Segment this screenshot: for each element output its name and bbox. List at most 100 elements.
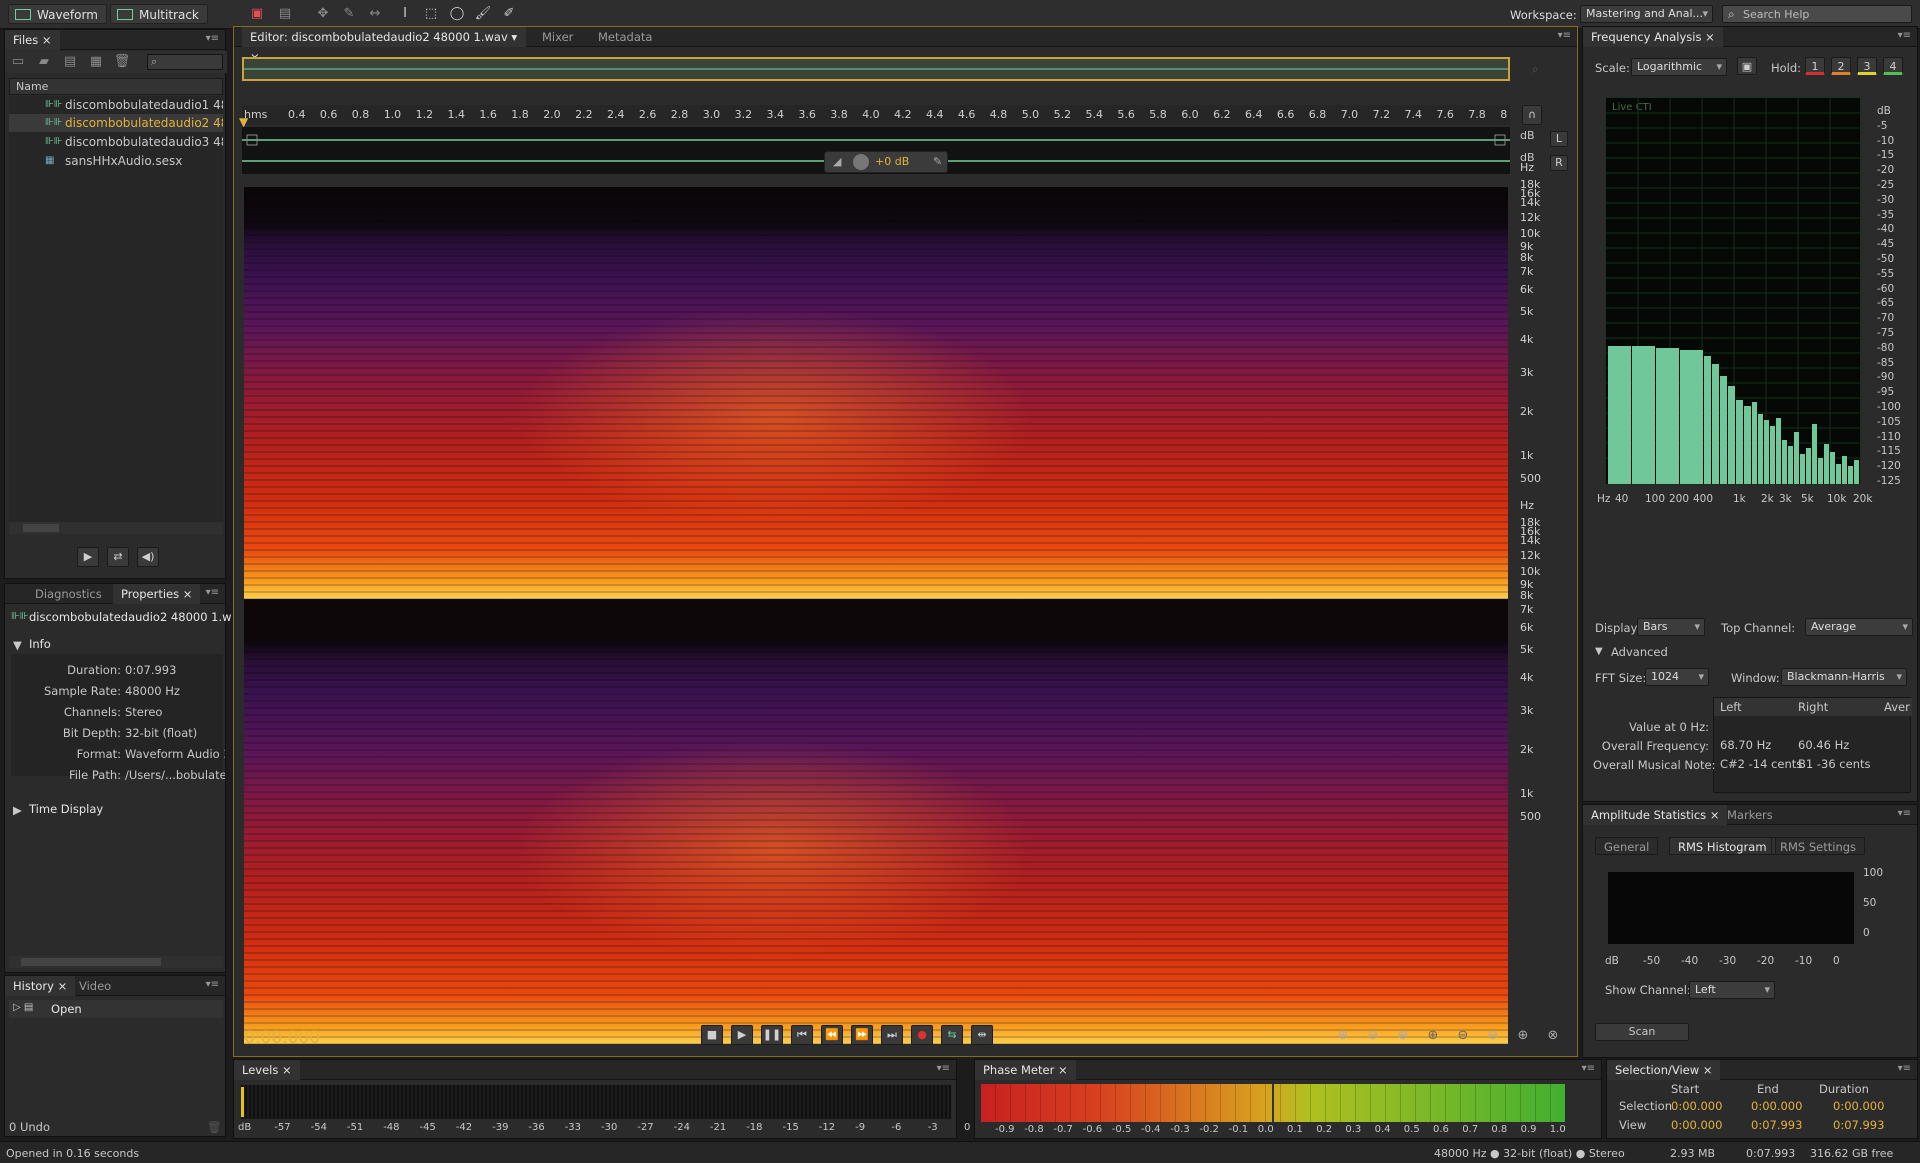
panel-menu-icon[interactable]: ▾≡ xyxy=(1558,30,1571,41)
subtab-rms-histogram[interactable]: RMS Histogram xyxy=(1669,837,1776,855)
spectral-display-icon[interactable]: ▣ xyxy=(248,5,266,23)
zoom-icon[interactable]: ⌕ xyxy=(1532,62,1538,77)
file-item[interactable]: ⊪⊪discombobulatedaudio3 48000 xyxy=(9,133,223,151)
history-item[interactable]: ▷ ▤ Open xyxy=(9,1000,223,1018)
window-select[interactable]: Blackmann-Harris xyxy=(1781,668,1907,686)
tab-metadata[interactable]: Metadata xyxy=(590,27,660,47)
chevron-down-icon[interactable]: ▼ xyxy=(13,638,22,652)
record-button[interactable]: ● xyxy=(911,1025,933,1045)
new-file-icon[interactable]: ▤ xyxy=(61,53,79,71)
multitrack-mode-button[interactable]: Multitrack xyxy=(110,4,208,24)
time-display-header[interactable]: Time Display xyxy=(29,802,103,816)
trash-icon[interactable]: 🗑 xyxy=(113,53,131,71)
view-end-field[interactable]: 0:07.993 xyxy=(1751,1118,1802,1132)
hold-3-button[interactable]: 3 xyxy=(1857,57,1877,75)
info-section-header[interactable]: Info xyxy=(29,637,51,651)
hud-gain-control[interactable]: ◢ +0 dB ✎ xyxy=(824,151,948,173)
tab-frequency-analysis[interactable]: Frequency Analysis × xyxy=(1583,27,1723,47)
subtab-rms-settings[interactable]: RMS Settings xyxy=(1771,837,1866,855)
open-file-icon[interactable]: ▭ xyxy=(9,53,27,71)
scan-button[interactable]: Scan xyxy=(1595,1023,1689,1041)
chevron-right-icon[interactable]: ▶ xyxy=(13,803,22,817)
fft-size-select[interactable]: 1024 xyxy=(1645,668,1709,686)
file-item-selected[interactable]: ⊪⊪discombobulatedaudio2 4800 xyxy=(9,114,223,132)
hold-2-button[interactable]: 2 xyxy=(1831,57,1851,75)
horizontal-scrollbar[interactable] xyxy=(9,956,223,968)
panel-menu-icon[interactable]: ▾≡ xyxy=(1898,808,1911,819)
time-ruler[interactable]: hms 0.4 0.6 0.8 1.0 1.2 1.4 1.6 1.8 2.0 2.2 2.4 2.6… xyxy=(242,105,1510,125)
time-selection-tool-icon[interactable]: I xyxy=(396,5,414,23)
tab-levels[interactable]: Levels × xyxy=(234,1060,300,1080)
tab-mixer[interactable]: Mixer xyxy=(534,27,581,47)
play-button[interactable]: ▶ xyxy=(731,1025,753,1045)
zoom-out-full-icon[interactable]: ⊖ xyxy=(1484,1027,1502,1045)
channel-left-button[interactable]: L xyxy=(1550,131,1568,147)
snapshot-icon[interactable]: ▣ xyxy=(1737,57,1757,75)
stop-button[interactable]: ■ xyxy=(701,1025,723,1045)
zoom-reset-icon[interactable]: ⊗ xyxy=(1544,1027,1562,1045)
skip-to-end-button[interactable]: ⏭ xyxy=(881,1025,903,1045)
hold-1-button[interactable]: 1 xyxy=(1805,57,1825,75)
chevron-down-icon[interactable]: ▼ xyxy=(1595,646,1603,657)
skip-to-start-button[interactable]: ⏮ xyxy=(791,1025,813,1045)
panel-menu-icon[interactable]: ▾≡ xyxy=(1898,1063,1911,1074)
hold-4-button[interactable]: 4 xyxy=(1883,57,1903,75)
tab-properties[interactable]: Properties × xyxy=(113,584,201,604)
zoom-in-point-icon[interactable]: ⊕ xyxy=(1514,1027,1532,1045)
selection-duration-field[interactable]: 0:00.000 xyxy=(1833,1099,1884,1113)
trash-icon[interactable]: 🗑 xyxy=(207,1120,222,1134)
tab-editor[interactable]: Editor: discombobulatedaudio2 48000 1.wa… xyxy=(242,27,526,64)
channel-right-button[interactable]: R xyxy=(1550,155,1568,171)
zoom-selection-icon[interactable]: ⊕ xyxy=(1394,1027,1412,1045)
overview-navigator[interactable] xyxy=(242,57,1510,81)
tab-history[interactable]: History × xyxy=(5,976,76,996)
marquee-tool-icon[interactable]: ⬚ xyxy=(422,5,440,23)
loop-file-button[interactable]: ⇄ xyxy=(107,547,129,567)
brush-tool-icon[interactable]: 🖌 xyxy=(474,5,492,23)
spectrogram-channel-right[interactable] xyxy=(244,639,1508,1044)
zoom-out-amplitude-icon[interactable]: ⊖ xyxy=(1364,1027,1382,1045)
tab-phase-meter[interactable]: Phase Meter × xyxy=(975,1060,1076,1080)
tab-amplitude-statistics[interactable]: Amplitude Statistics × xyxy=(1583,805,1728,825)
panel-menu-icon[interactable]: ▾≡ xyxy=(206,33,219,44)
panel-menu-icon[interactable]: ▾≡ xyxy=(937,1063,950,1074)
slip-tool-icon[interactable]: ↔ xyxy=(366,5,384,23)
lasso-tool-icon[interactable]: ◯ xyxy=(448,5,466,23)
gain-knob[interactable] xyxy=(853,154,869,170)
zoom-out-time-icon[interactable]: ⊖ xyxy=(1454,1027,1472,1045)
loop-button[interactable]: ⇆ xyxy=(941,1025,963,1045)
panel-menu-icon[interactable]: ▾≡ xyxy=(1898,30,1911,41)
top-channel-select[interactable]: Average xyxy=(1805,618,1913,636)
display-select[interactable]: Bars xyxy=(1637,618,1705,636)
tab-files[interactable]: Files × xyxy=(5,30,60,50)
pause-button[interactable]: ❚❚ xyxy=(761,1025,783,1045)
tab-markers[interactable]: Markers xyxy=(1719,805,1781,825)
subtab-general[interactable]: General xyxy=(1595,837,1659,855)
skip-selection-button[interactable]: ⇹ xyxy=(971,1025,993,1045)
show-channel-select[interactable]: Left xyxy=(1689,981,1775,999)
scale-select[interactable]: Logarithmic xyxy=(1631,58,1727,76)
zoom-in-time-icon[interactable]: ⊕ xyxy=(1424,1027,1442,1045)
advanced-toggle[interactable]: Advanced xyxy=(1611,645,1668,659)
files-column-name[interactable]: Name xyxy=(9,78,223,95)
autoplay-button[interactable]: ◀) xyxy=(137,547,159,567)
workspace-select[interactable]: Mastering and Anal... xyxy=(1580,5,1713,23)
tab-video[interactable]: Video xyxy=(71,976,119,996)
rewind-button[interactable]: ⏪ xyxy=(821,1025,843,1045)
razor-tool-icon[interactable]: ✎ xyxy=(340,5,358,23)
frequency-graph[interactable]: Live CTI xyxy=(1605,97,1862,486)
selection-start-field[interactable]: 0:00.000 xyxy=(1671,1099,1722,1113)
view-start-field[interactable]: 0:00.000 xyxy=(1671,1118,1722,1132)
file-item[interactable]: ▦ sansHHxAudio.sesx xyxy=(9,152,223,170)
file-item[interactable]: ⊪⊪discombobulatedaudio1 48000 xyxy=(9,96,223,114)
spectrogram-channel-left[interactable] xyxy=(244,187,1508,599)
horizontal-scrollbar[interactable] xyxy=(9,522,223,534)
panel-menu-icon[interactable]: ▾≡ xyxy=(206,979,219,990)
files-search-input[interactable]: ⌕ xyxy=(147,54,223,70)
panel-menu-icon[interactable]: ▾≡ xyxy=(206,587,219,598)
spot-healing-tool-icon[interactable]: ✐ xyxy=(500,5,518,23)
pitch-display-icon[interactable]: ▤ xyxy=(276,5,294,23)
tab-diagnostics[interactable]: Diagnostics xyxy=(27,584,110,604)
tab-selection-view[interactable]: Selection/View × xyxy=(1607,1060,1721,1080)
waveform-strip[interactable]: ◢ +0 dB ✎ xyxy=(242,127,1510,174)
